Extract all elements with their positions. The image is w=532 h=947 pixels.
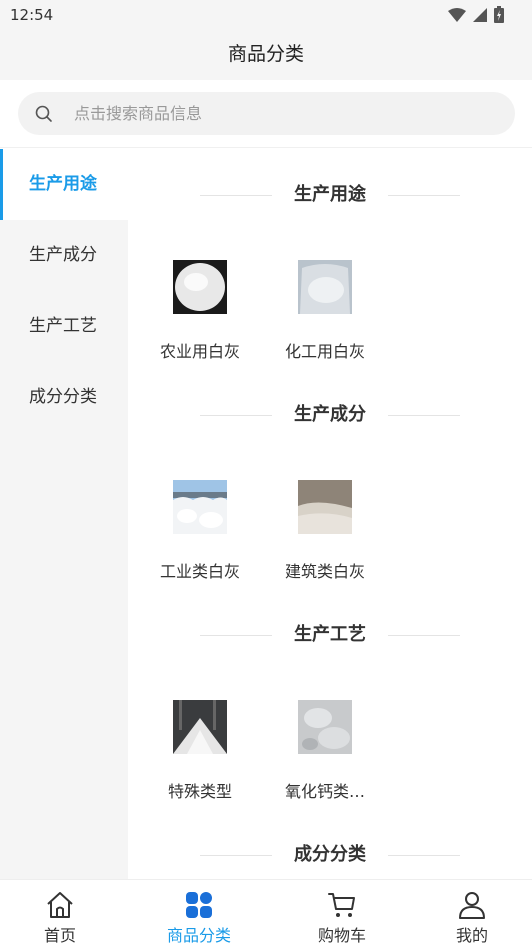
divider <box>200 635 272 636</box>
tab-home[interactable]: 首页 <box>0 880 120 947</box>
divider <box>388 635 460 636</box>
section-title: 生产用途 <box>200 180 460 210</box>
category-icon <box>186 892 212 918</box>
divider <box>388 415 460 416</box>
product-item[interactable]: 化工用白灰 <box>270 260 380 362</box>
sidebar-item-label: 生产工艺 <box>29 316 97 336</box>
page-title: 商品分类 <box>227 43 304 65</box>
product-item[interactable]: 建筑类白灰 <box>270 480 380 582</box>
product-image <box>173 700 227 754</box>
sidebar-item-process[interactable]: 生产工艺 <box>0 291 128 362</box>
product-name: 工业类白灰 <box>159 562 240 581</box>
product-name: 农业用白灰 <box>159 342 240 361</box>
tab-label: 我的 <box>455 926 488 945</box>
status-time: 12:54 <box>10 6 54 24</box>
section-title-text: 生产工艺 <box>294 624 366 645</box>
product-name: 化工用白灰 <box>284 342 365 361</box>
divider <box>200 415 272 416</box>
divider <box>200 195 272 196</box>
page-header: 商品分类 <box>0 30 532 80</box>
product-item[interactable]: 农业用白灰 <box>145 260 255 362</box>
sidebar-item-usage[interactable]: 生产用途 <box>0 149 128 220</box>
tab-cart[interactable]: 购物车 <box>282 880 402 947</box>
tab-label: 商品分类 <box>166 926 231 945</box>
product-name: 氧化钙类… <box>284 782 365 801</box>
bottom-tab-bar: 首页 商品分类 购物车 我的 <box>0 879 532 947</box>
tab-label: 首页 <box>43 926 76 945</box>
section-title: 生产成分 <box>200 400 460 430</box>
section-title: 成分分类 <box>200 840 460 870</box>
tab-label: 购物车 <box>317 926 366 945</box>
product-item[interactable]: 氧化钙类… <box>270 700 380 802</box>
category-sidebar: 生产用途 生产成分 生产工艺 成分分类 <box>0 149 128 879</box>
product-image <box>298 480 352 534</box>
status-bar: 12:54 <box>0 0 532 30</box>
wifi-icon <box>448 7 466 22</box>
search-icon <box>35 105 52 122</box>
product-name: 建筑类白灰 <box>284 562 365 581</box>
product-image <box>298 700 352 754</box>
battery-icon <box>494 6 504 23</box>
search-area <box>0 80 532 148</box>
section-title: 生产工艺 <box>200 620 460 650</box>
product-name: 特殊类型 <box>167 782 232 801</box>
section-title-text: 成分分类 <box>294 844 366 865</box>
search-box[interactable] <box>18 92 515 135</box>
category-content: 生产用途 农业用白灰 化工用白灰 生产成分 工业类白灰 建筑类白灰 生产工艺 特… <box>128 149 532 879</box>
status-icons <box>448 6 504 23</box>
product-image <box>173 480 227 534</box>
product-image <box>298 260 352 314</box>
divider <box>388 195 460 196</box>
user-icon <box>459 892 485 919</box>
search-input[interactable] <box>74 92 494 135</box>
divider <box>388 855 460 856</box>
sidebar-item-composition[interactable]: 生产成分 <box>0 220 128 291</box>
sidebar-item-classification[interactable]: 成分分类 <box>0 362 128 433</box>
home-icon <box>47 892 73 918</box>
product-image <box>173 260 227 314</box>
sidebar-item-label: 成分分类 <box>29 387 97 407</box>
section-title-text: 生产成分 <box>294 404 366 425</box>
tab-mine[interactable]: 我的 <box>412 880 532 947</box>
signal-icon <box>473 7 487 22</box>
product-item[interactable]: 特殊类型 <box>145 700 255 802</box>
sidebar-item-label: 生产成分 <box>29 245 97 265</box>
section-title-text: 生产用途 <box>294 184 366 205</box>
tab-category[interactable]: 商品分类 <box>139 880 259 947</box>
cart-icon <box>328 893 355 917</box>
divider <box>200 855 272 856</box>
product-item[interactable]: 工业类白灰 <box>145 480 255 582</box>
sidebar-item-label: 生产用途 <box>29 174 97 194</box>
